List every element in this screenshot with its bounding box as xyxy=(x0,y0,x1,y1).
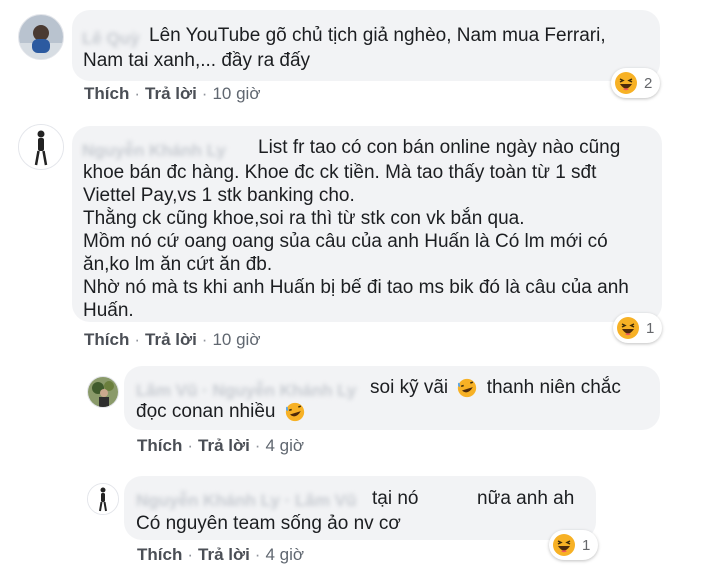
separator-dot: · xyxy=(134,84,141,103)
like-link[interactable]: Thích xyxy=(84,330,129,349)
separator-dot: · xyxy=(187,545,194,564)
reply-link[interactable]: Trả lời xyxy=(145,330,197,349)
reaction-count: 1 xyxy=(646,319,655,337)
timestamp[interactable]: 10 giờ xyxy=(212,84,260,103)
avatar-photo-icon xyxy=(88,484,118,514)
comment-text-line: Thằng ck cũng khoe,soi ra thì từ stk con… xyxy=(83,208,525,229)
reply-bubble: Lâm Vũ · Nguyễn Khánh Ly soi kỹ vãi than… xyxy=(124,366,660,430)
reply-actions: Thích · Trả lời · 4 giờ xyxy=(137,545,304,565)
reply-text: thanh niên chắc xyxy=(486,377,621,398)
commenter-avatar[interactable] xyxy=(18,124,64,170)
reply-text-line: soi kỹ vãi thanh niên chắc xyxy=(370,375,621,400)
rofl-icon xyxy=(285,402,304,422)
comment-text-line: Nam tai xanh,... đầy ra đấy xyxy=(83,50,311,71)
comment-text-line: List fr tao có con bán online ngày nào c… xyxy=(258,137,621,158)
comment-text-line: Nhờ nó mà ts khi anh Huấn bị bế đi tao m… xyxy=(83,277,629,298)
like-link[interactable]: Thích xyxy=(137,436,182,455)
reply-text-line: đọc conan nhiều xyxy=(136,399,305,424)
timestamp[interactable]: 4 giờ xyxy=(265,436,304,455)
like-link[interactable]: Thích xyxy=(84,84,129,103)
separator-dot: · xyxy=(254,436,261,455)
separator-dot: · xyxy=(201,330,208,349)
reply-text: đọc conan nhiều xyxy=(136,401,276,422)
reaction-count: 2 xyxy=(644,74,653,92)
reply-link[interactable]: Trả lời xyxy=(198,436,250,455)
reply-link[interactable]: Trả lời xyxy=(145,84,197,103)
comment-text-line: Huấn. xyxy=(83,300,134,321)
commenter-avatar[interactable] xyxy=(18,14,64,60)
reaction-count: 1 xyxy=(582,536,591,554)
reply-avatar[interactable] xyxy=(87,483,119,515)
comment-text-line: ăn,ko lm ăn cứt ăn đb. xyxy=(83,254,273,275)
reply-text: nữa anh ah xyxy=(477,488,575,509)
haha-icon xyxy=(615,72,637,94)
comment-text-line: Lên YouTube gõ chủ tịch giả nghèo, Nam m… xyxy=(149,25,606,46)
separator-dot: · xyxy=(134,330,141,349)
reply-text-line: Có nguyên team sống ảo nv cơ xyxy=(136,513,401,534)
reply-bubble: Nguyễn Khánh Ly · Lâm Vũ tại nó nữa anh … xyxy=(124,476,596,540)
comment-text-line: Mồm nó cứ oang oang sủa câu của anh Huấn… xyxy=(83,231,608,252)
timestamp[interactable]: 10 giờ xyxy=(212,330,260,349)
rofl-icon xyxy=(458,378,477,398)
reaction-summary[interactable]: 1 xyxy=(549,530,599,560)
reply-actions: Thích · Trả lời · 4 giờ xyxy=(137,436,304,456)
reply-text: tại nó xyxy=(372,488,419,509)
reply-link[interactable]: Trả lời xyxy=(198,545,250,564)
comment-actions: Thích · Trả lời · 10 giờ xyxy=(84,84,260,104)
comment-text-line: khoe bán đc hàng. Khoe đc ck tiền. Mà ta… xyxy=(83,162,597,183)
comment-bubble: Nguyễn Khánh Ly List fr tao có con bán o… xyxy=(72,126,662,322)
avatar-photo-icon xyxy=(19,15,63,59)
like-link[interactable]: Thích xyxy=(137,545,182,564)
timestamp[interactable]: 4 giờ xyxy=(265,545,304,564)
comment-text-line: Viettel Pay,vs 1 stk banking cho. xyxy=(83,185,355,206)
separator-dot: · xyxy=(187,436,194,455)
commenter-name-blurred[interactable]: Nguyễn Khánh Ly · Lâm Vũ xyxy=(136,488,356,513)
comment-bubble: Lê Quỳ Lên YouTube gõ chủ tịch giả nghèo… xyxy=(72,10,660,81)
reaction-summary[interactable]: 2 xyxy=(611,68,661,98)
separator-dot: · xyxy=(201,84,208,103)
reaction-summary[interactable]: 1 xyxy=(613,313,663,343)
reply-avatar[interactable] xyxy=(87,376,119,408)
haha-icon xyxy=(553,534,575,556)
haha-icon xyxy=(617,317,639,339)
comment-actions: Thích · Trả lời · 10 giờ xyxy=(84,330,260,350)
avatar-photo-icon xyxy=(88,377,118,407)
reply-text-line: tại nó nữa anh ah xyxy=(372,486,574,511)
avatar-photo-icon xyxy=(19,125,63,169)
separator-dot: · xyxy=(254,545,261,564)
reply-text: soi kỹ vãi xyxy=(370,377,449,398)
